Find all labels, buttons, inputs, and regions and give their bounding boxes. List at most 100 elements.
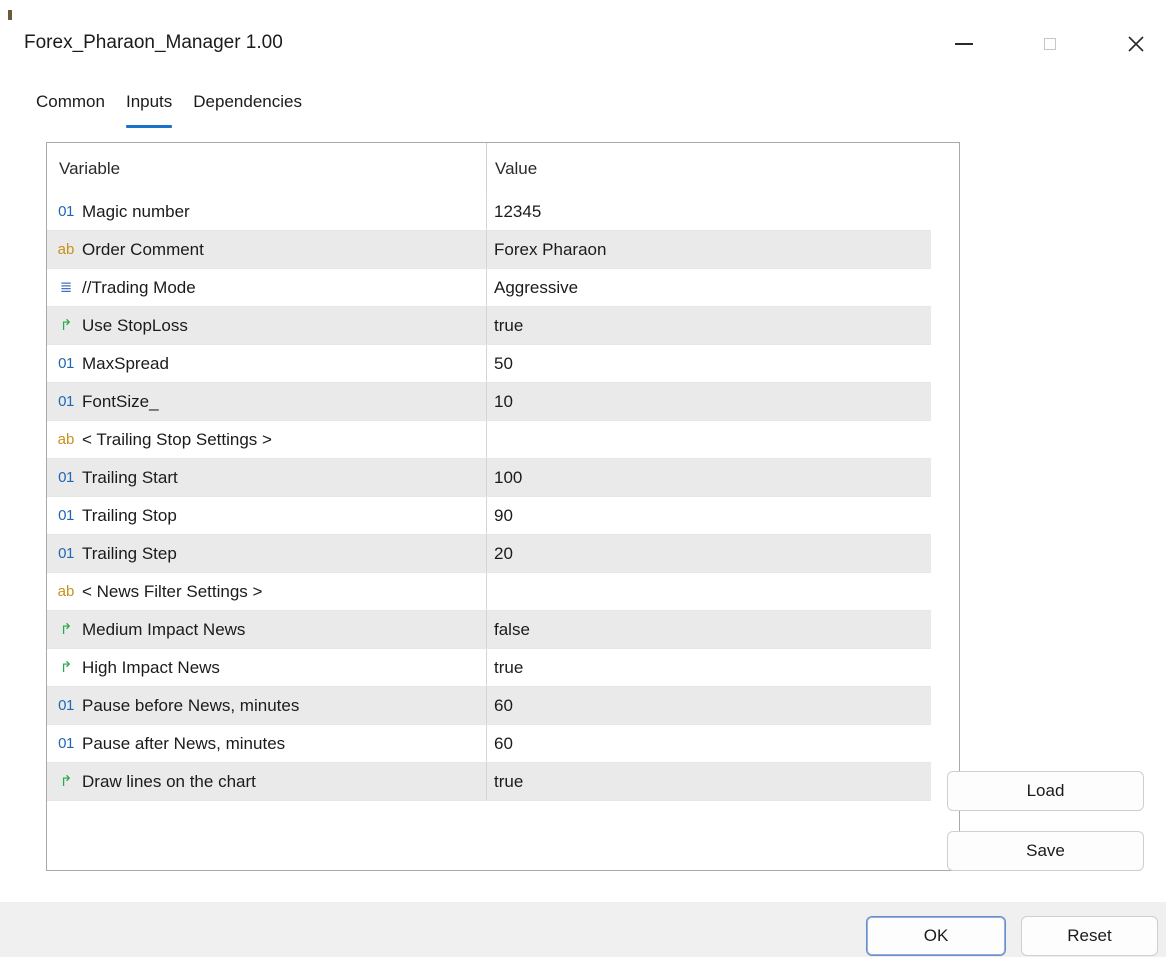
column-divider[interactable] [486,143,487,193]
boolean-type-icon: ↱ [59,621,73,638]
integer-type-icon: 01 [58,507,74,524]
column-header-variable[interactable]: Variable [59,159,120,179]
integer-type-icon: 01 [58,697,74,714]
cell-divider [486,535,487,572]
table-row[interactable]: 01 FontSize_ 10 [47,383,931,421]
column-header-value[interactable]: Value [495,159,537,179]
ok-button[interactable]: OK [866,916,1006,956]
cell-divider [486,763,487,800]
variable-name: < Trailing Stop Settings > [82,430,272,449]
grid-header: Variable Value [47,143,959,193]
integer-type-icon: 01 [58,203,74,220]
variable-value[interactable]: 50 [494,354,513,374]
table-row[interactable]: ↱ High Impact News true [47,649,931,687]
table-row[interactable]: 01 Trailing Step 20 [47,535,931,573]
cell-divider [486,421,487,458]
table-row[interactable]: 01 MaxSpread 50 [47,345,931,383]
minimize-button[interactable] [936,22,992,66]
integer-type-icon: 01 [58,469,74,486]
variable-name: Trailing Step [82,544,177,563]
window-title: Forex_Pharaon_Manager 1.00 [24,32,283,53]
integer-type-icon: 01 [58,545,74,562]
variable-name: Magic number [82,202,190,221]
boolean-type-icon: ↱ [59,773,73,790]
variable-name: High Impact News [82,658,220,677]
variable-value[interactable]: 60 [494,734,513,754]
minimize-icon [955,43,973,45]
tab-dependencies[interactable]: Dependencies [193,92,302,122]
cell-divider [486,687,487,724]
variable-value[interactable]: false [494,620,530,640]
variable-value[interactable]: Aggressive [494,278,578,298]
boolean-type-icon: ↱ [59,659,73,676]
variable-name: Trailing Stop [82,506,177,525]
cell-divider [486,611,487,648]
table-row[interactable]: ↱ Medium Impact News false [47,611,931,649]
maximize-button[interactable] [1022,22,1078,66]
variable-name: Medium Impact News [82,620,246,639]
variable-name: Pause after News, minutes [82,734,286,753]
variable-name: Order Comment [82,240,204,259]
cell-divider [486,649,487,686]
table-row[interactable]: ↱ Use StopLoss true [47,307,931,345]
tab-strip: Common Inputs Dependencies [36,92,323,128]
inputs-grid: Variable Value 01 Magic number 12345 ab Orde… [46,142,960,871]
enum-type-icon: ≣ [59,279,73,296]
close-icon [1128,36,1144,52]
table-row[interactable]: ab < News Filter Settings > [47,573,931,611]
table-row[interactable]: ≣ //Trading Mode Aggressive [47,269,931,307]
integer-type-icon: 01 [58,735,74,752]
table-row[interactable]: 01 Magic number 12345 [47,193,931,231]
variable-value[interactable]: 10 [494,392,513,412]
variable-name: Use StopLoss [82,316,188,335]
table-row[interactable]: ab < Trailing Stop Settings > [47,421,931,459]
close-button[interactable] [1108,22,1164,66]
cell-divider [486,497,487,534]
save-button[interactable]: Save [947,831,1144,871]
table-row[interactable]: 01 Pause after News, minutes 60 [47,725,931,763]
cell-divider [486,193,487,230]
cell-divider [486,345,487,382]
boolean-type-icon: ↱ [59,317,73,334]
tab-inputs[interactable]: Inputs [125,92,173,128]
tab-common[interactable]: Common [36,92,105,122]
table-row[interactable]: 01 Trailing Stop 90 [47,497,931,535]
variable-value[interactable]: 20 [494,544,513,564]
variable-value[interactable]: 100 [494,468,522,488]
load-button[interactable]: Load [947,771,1144,811]
cell-divider [486,307,487,344]
table-row[interactable]: 01 Trailing Start 100 [47,459,931,497]
maximize-icon [1044,38,1056,50]
table-row[interactable]: ab Order Comment Forex Pharaon [47,231,931,269]
grid-rows: 01 Magic number 12345 ab Order Comment Forex … [47,193,931,801]
variable-name: //Trading Mode [82,278,196,297]
cell-divider [486,725,487,762]
cell-divider [486,231,487,268]
title-bar[interactable]: Forex_Pharaon_Manager 1.00 [0,0,1166,88]
variable-value[interactable]: Forex Pharaon [494,240,606,260]
cell-divider [486,573,487,610]
table-row[interactable]: ↱ Draw lines on the chart true [47,763,931,801]
cell-divider [486,459,487,496]
integer-type-icon: 01 [58,393,74,410]
table-row[interactable]: 01 Pause before News, minutes 60 [47,687,931,725]
variable-name: MaxSpread [82,354,169,373]
variable-name: Trailing Start [82,468,178,487]
variable-name: FontSize_ [82,392,159,411]
string-type-icon: ab [57,241,75,258]
cell-divider [486,269,487,306]
variable-value[interactable]: 12345 [494,202,541,222]
variable-value[interactable]: 90 [494,506,513,526]
variable-value[interactable]: true [494,316,523,336]
string-type-icon: ab [57,583,75,600]
variable-name: Draw lines on the chart [82,772,256,791]
integer-type-icon: 01 [58,355,74,372]
variable-name: Pause before News, minutes [82,696,300,715]
string-type-icon: ab [57,431,75,448]
variable-value[interactable]: true [494,772,523,792]
variable-value[interactable]: true [494,658,523,678]
variable-value[interactable]: 60 [494,696,513,716]
variable-name: < News Filter Settings > [82,582,263,601]
reset-button[interactable]: Reset [1021,916,1158,956]
cell-divider [486,383,487,420]
